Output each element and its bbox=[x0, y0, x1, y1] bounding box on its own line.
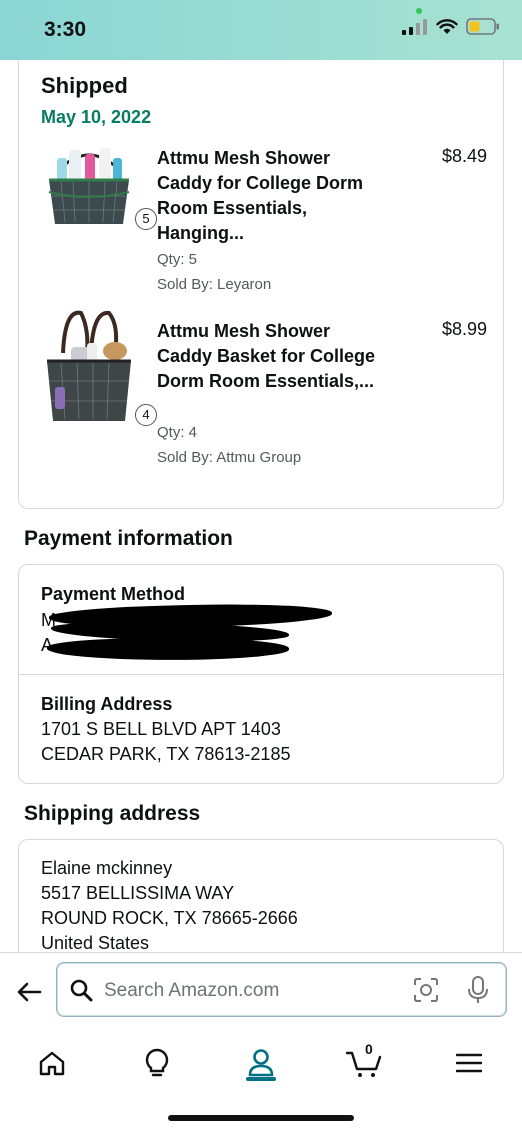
shower-caddy-product-image[interactable] bbox=[41, 136, 137, 232]
item-quantity-badge: 4 bbox=[135, 404, 157, 426]
billing-address-label: Billing Address bbox=[41, 694, 173, 714]
person-icon bbox=[248, 1049, 274, 1077]
status-icons bbox=[402, 18, 500, 35]
search-icon bbox=[70, 979, 93, 1002]
home-icon bbox=[39, 1051, 65, 1076]
order-item[interactable]: 4 Attmu Mesh Shower Caddy Basket for Col… bbox=[41, 310, 487, 469]
search-input[interactable]: Search Amazon.com bbox=[104, 980, 279, 1002]
item-quantity: Qty: 4 bbox=[157, 424, 198, 441]
shipping-line1: 5517 BELLISSIMA WAY bbox=[41, 883, 235, 903]
privacy-indicator-dot bbox=[416, 8, 422, 14]
shipping-address-card: Elaine mckinney 5517 BELLISSIMA WAY ROUN… bbox=[18, 839, 504, 952]
payment-information-card: Payment Method M A Billing Address 1701 … bbox=[18, 564, 504, 784]
payment-method-label: Payment Method bbox=[41, 584, 186, 604]
item-seller: Sold By: Attmu Group bbox=[157, 449, 302, 466]
item-title[interactable]: Attmu Mesh Shower Caddy Basket for Colle… bbox=[157, 319, 387, 394]
back-arrow-icon[interactable] bbox=[14, 977, 44, 1007]
home-indicator bbox=[168, 1115, 354, 1121]
order-item[interactable]: 5 Attmu Mesh Shower Caddy for College Do… bbox=[41, 146, 487, 296]
item-quantity-badge: 5 bbox=[135, 208, 157, 230]
order-details-content[interactable]: Shipped May 10, 2022 5 Attmu Mesh Shower… bbox=[0, 60, 522, 952]
status-time: 3:30 bbox=[44, 18, 87, 41]
cart-count-badge: 0 bbox=[365, 1041, 373, 1057]
billing-address-line1: 1701 S BELL BLVD APT 1403 bbox=[41, 719, 281, 739]
shipping-line2: ROUND ROCK, TX 78665-2666 bbox=[41, 908, 298, 928]
tab-cart[interactable]: 0 bbox=[345, 1041, 385, 1083]
shipment-status-title: Shipped bbox=[41, 73, 128, 98]
shipping-address-heading: Shipping address bbox=[24, 802, 201, 825]
wifi-icon bbox=[436, 18, 458, 34]
lightbulb-icon bbox=[145, 1048, 169, 1077]
item-title[interactable]: Attmu Mesh Shower Caddy for College Dorm… bbox=[157, 146, 387, 246]
item-quantity: Qty: 5 bbox=[157, 251, 198, 268]
bottom-navigation: Search Amazon.com 0 bbox=[0, 952, 522, 1131]
tab-inspire[interactable] bbox=[137, 1043, 177, 1083]
tab-home[interactable] bbox=[32, 1043, 72, 1083]
shipment-card: Shipped May 10, 2022 5 Attmu Mesh Shower… bbox=[18, 60, 504, 509]
shipment-date: May 10, 2022 bbox=[41, 107, 152, 127]
search-bar[interactable]: Search Amazon.com bbox=[56, 962, 507, 1017]
battery-icon bbox=[466, 18, 499, 35]
redaction-scribble bbox=[46, 636, 290, 662]
hamburger-menu-icon bbox=[456, 1053, 482, 1073]
active-tab-indicator bbox=[246, 1077, 276, 1081]
tab-bar: 0 bbox=[0, 1033, 522, 1093]
shower-caddy-basket-product-image[interactable] bbox=[41, 309, 137, 429]
cellular-signal-icon bbox=[402, 18, 427, 35]
status-bar: 3:30 bbox=[0, 0, 522, 60]
shipping-name: Elaine mckinney bbox=[41, 858, 173, 878]
item-seller: Sold By: Leyaron bbox=[157, 276, 272, 293]
divider bbox=[19, 674, 503, 675]
tab-menu[interactable] bbox=[449, 1043, 489, 1083]
billing-address-line2: CEDAR PARK, TX 78613-2185 bbox=[41, 744, 291, 764]
item-price: $8.99 bbox=[441, 319, 487, 339]
payment-information-heading: Payment information bbox=[24, 527, 233, 550]
item-price: $8.49 bbox=[441, 146, 487, 166]
camera-lens-icon[interactable] bbox=[413, 977, 439, 1003]
microphone-icon[interactable] bbox=[467, 976, 489, 1004]
shipping-country: United States bbox=[41, 933, 150, 952]
